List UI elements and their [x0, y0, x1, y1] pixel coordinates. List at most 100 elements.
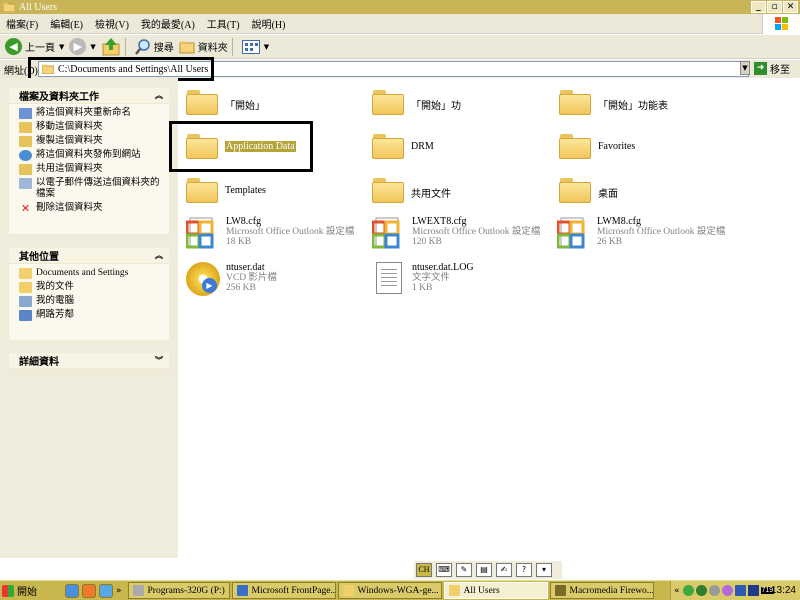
- taskbar-button-fireworks[interactable]: Macromedia Firewo...: [549, 582, 654, 599]
- maximize-button[interactable]: ▫: [767, 1, 782, 13]
- place-my-documents[interactable]: 我的文件: [19, 282, 163, 293]
- task-share-folder[interactable]: 共用這個資料夾: [19, 164, 163, 175]
- folder-item[interactable]: DRM: [372, 132, 434, 160]
- folder-icon: [372, 88, 404, 116]
- menu-help[interactable]: 說明(H): [246, 16, 292, 31]
- handwriting-icon[interactable]: ✍: [496, 563, 512, 577]
- back-arrow-icon: ◀: [5, 38, 22, 55]
- minimize-button[interactable]: _: [751, 1, 766, 13]
- chevron-down-icon[interactable]: ▼: [264, 43, 269, 51]
- input-mode-indicator[interactable]: CH: [416, 563, 432, 577]
- place-my-computer[interactable]: 我的電腦: [19, 296, 163, 307]
- toolbar: ◀ 上一頁 ▼ ▶ ▼ 搜尋 資料夾 ▼: [0, 35, 800, 59]
- window-title: All Users: [19, 1, 58, 13]
- collapse-icon[interactable]: ︽: [155, 90, 163, 101]
- network-icon: [19, 310, 32, 321]
- task-email-folder[interactable]: 以電子郵件傳送這個資料夾的檔案: [19, 178, 163, 200]
- system-tray: « 719 13:24: [670, 581, 800, 600]
- tray-battery-icon[interactable]: [734, 585, 746, 596]
- show-hidden-icons-button[interactable]: «: [674, 586, 680, 596]
- place-documents-and-settings[interactable]: Documents and Settings: [19, 268, 163, 279]
- clock[interactable]: 13:24: [771, 585, 796, 596]
- file-item[interactable]: ntuser.dat.LOG 文字文件 1 KB: [372, 262, 474, 294]
- folder-item[interactable]: Templates: [186, 176, 266, 204]
- chevron-down-icon[interactable]: ▼: [90, 43, 95, 51]
- tray-antivirus-icon[interactable]: [747, 585, 759, 596]
- panel-header[interactable]: 其他位置 ︽: [9, 248, 169, 264]
- publish-web-icon: [19, 150, 32, 161]
- windows-logo: [762, 14, 800, 34]
- outlook-config-icon: [557, 217, 585, 249]
- back-button[interactable]: ◀ 上一頁 ▼: [5, 38, 64, 55]
- start-button[interactable]: 開始: [0, 582, 41, 600]
- outlook-express-icon[interactable]: [99, 583, 113, 598]
- share-icon: [19, 164, 32, 175]
- title-bar: All Users _ ▫ ✕: [0, 0, 800, 14]
- my-documents-icon: [19, 282, 32, 293]
- fireworks-icon: [554, 585, 566, 596]
- task-rename-folder[interactable]: 將這個資料夾重新命名: [19, 108, 163, 119]
- up-button[interactable]: [101, 37, 121, 56]
- address-dropdown-button[interactable]: ▼: [740, 61, 750, 75]
- go-button[interactable]: ➜ 移至: [754, 61, 790, 76]
- folder-item[interactable]: 共用文件: [372, 176, 451, 204]
- taskbar-button-windows-wga[interactable]: Windows-WGA-ge...: [337, 582, 442, 599]
- outlook-config-icon: [372, 217, 400, 249]
- folder-icon: [3, 2, 15, 12]
- folders-button[interactable]: 資料夾: [179, 39, 228, 54]
- place-network-places[interactable]: 網路芳鄰: [19, 310, 163, 321]
- folder-icon: [186, 176, 218, 204]
- options-icon[interactable]: ▾: [536, 563, 552, 577]
- collapse-icon[interactable]: ︽: [155, 250, 163, 261]
- taskbar-button-all-users[interactable]: All Users: [443, 582, 548, 599]
- task-delete-folder[interactable]: ✕ 刪除這個資料夾: [19, 203, 163, 214]
- close-button[interactable]: ✕: [783, 1, 798, 13]
- application-data-highlight-box: [169, 121, 313, 172]
- panel-header[interactable]: 詳細資料 ︾: [9, 353, 169, 369]
- tray-network-icon[interactable]: [695, 585, 707, 596]
- task-pane: 檔案及資料夾工作 ︽ 將這個資料夾重新命名 移動這個資料夾 複製這個資料夾 將這…: [0, 78, 178, 558]
- forward-button[interactable]: ▶ ▼: [69, 38, 96, 55]
- chevron-down-icon[interactable]: ▼: [59, 43, 64, 51]
- task-publish-folder[interactable]: 將這個資料夾發佈到網站: [19, 150, 163, 161]
- tray-globe-icon[interactable]: [708, 585, 720, 596]
- ie-icon[interactable]: [65, 583, 79, 598]
- task-move-folder[interactable]: 移動這個資料夾: [19, 122, 163, 133]
- menu-file[interactable]: 檔案(F): [0, 16, 44, 31]
- tray-app-icon[interactable]: [721, 585, 733, 596]
- help-icon[interactable]: ?: [516, 563, 532, 577]
- folder-icon: [19, 268, 32, 279]
- folder-item[interactable]: 「開始」: [186, 88, 265, 116]
- pen-icon[interactable]: ✎: [456, 563, 472, 577]
- views-button[interactable]: ▼: [241, 39, 269, 54]
- soft-keyboard-icon[interactable]: ▤: [476, 563, 492, 577]
- file-item[interactable]: ▶ ntuser.dat VCD 影片檔 256 KB: [186, 262, 277, 296]
- menu-tools[interactable]: 工具(T): [201, 16, 246, 31]
- play-icon: ▶: [202, 278, 217, 293]
- keyboard-icon[interactable]: ⌨: [436, 563, 452, 577]
- tray-shield-icon[interactable]: [682, 585, 694, 596]
- folder-item[interactable]: Favorites: [559, 132, 635, 160]
- menu-edit[interactable]: 編輯(E): [44, 16, 89, 31]
- taskbar-button-frontpage[interactable]: Microsoft FrontPage...: [231, 582, 336, 599]
- outlook-config-icon: [186, 217, 214, 249]
- media-player-icon[interactable]: [82, 583, 96, 598]
- menu-favorites[interactable]: 我的最愛(A): [135, 16, 201, 31]
- task-copy-folder[interactable]: 複製這個資料夾: [19, 136, 163, 147]
- search-button[interactable]: 搜尋: [134, 38, 174, 55]
- folder-item[interactable]: 「開始」功能表: [559, 88, 668, 116]
- rename-icon: [19, 108, 32, 119]
- panel-header[interactable]: 檔案及資料夾工作 ︽: [9, 88, 169, 104]
- file-item[interactable]: LWEXT8.cfg Microsoft Office Outlook 設定檔 …: [372, 216, 540, 250]
- vcd-disc-icon: ▶: [186, 262, 220, 296]
- folder-item[interactable]: 「開始」功: [372, 88, 461, 116]
- taskbar-button-programs[interactable]: Programs-320G (P:): [127, 582, 230, 599]
- expand-icon[interactable]: ︾: [155, 355, 163, 366]
- go-arrow-icon: ➜: [754, 62, 767, 75]
- chevron-right-icon[interactable]: »: [116, 586, 122, 596]
- menu-view[interactable]: 檢視(V): [89, 16, 135, 31]
- move-icon: [19, 122, 32, 133]
- folder-item[interactable]: 桌面: [559, 176, 618, 204]
- file-item[interactable]: LWM8.cfg Microsoft Office Outlook 設定檔 26…: [557, 216, 725, 250]
- file-item[interactable]: LW8.cfg Microsoft Office Outlook 設定檔 18 …: [186, 216, 354, 250]
